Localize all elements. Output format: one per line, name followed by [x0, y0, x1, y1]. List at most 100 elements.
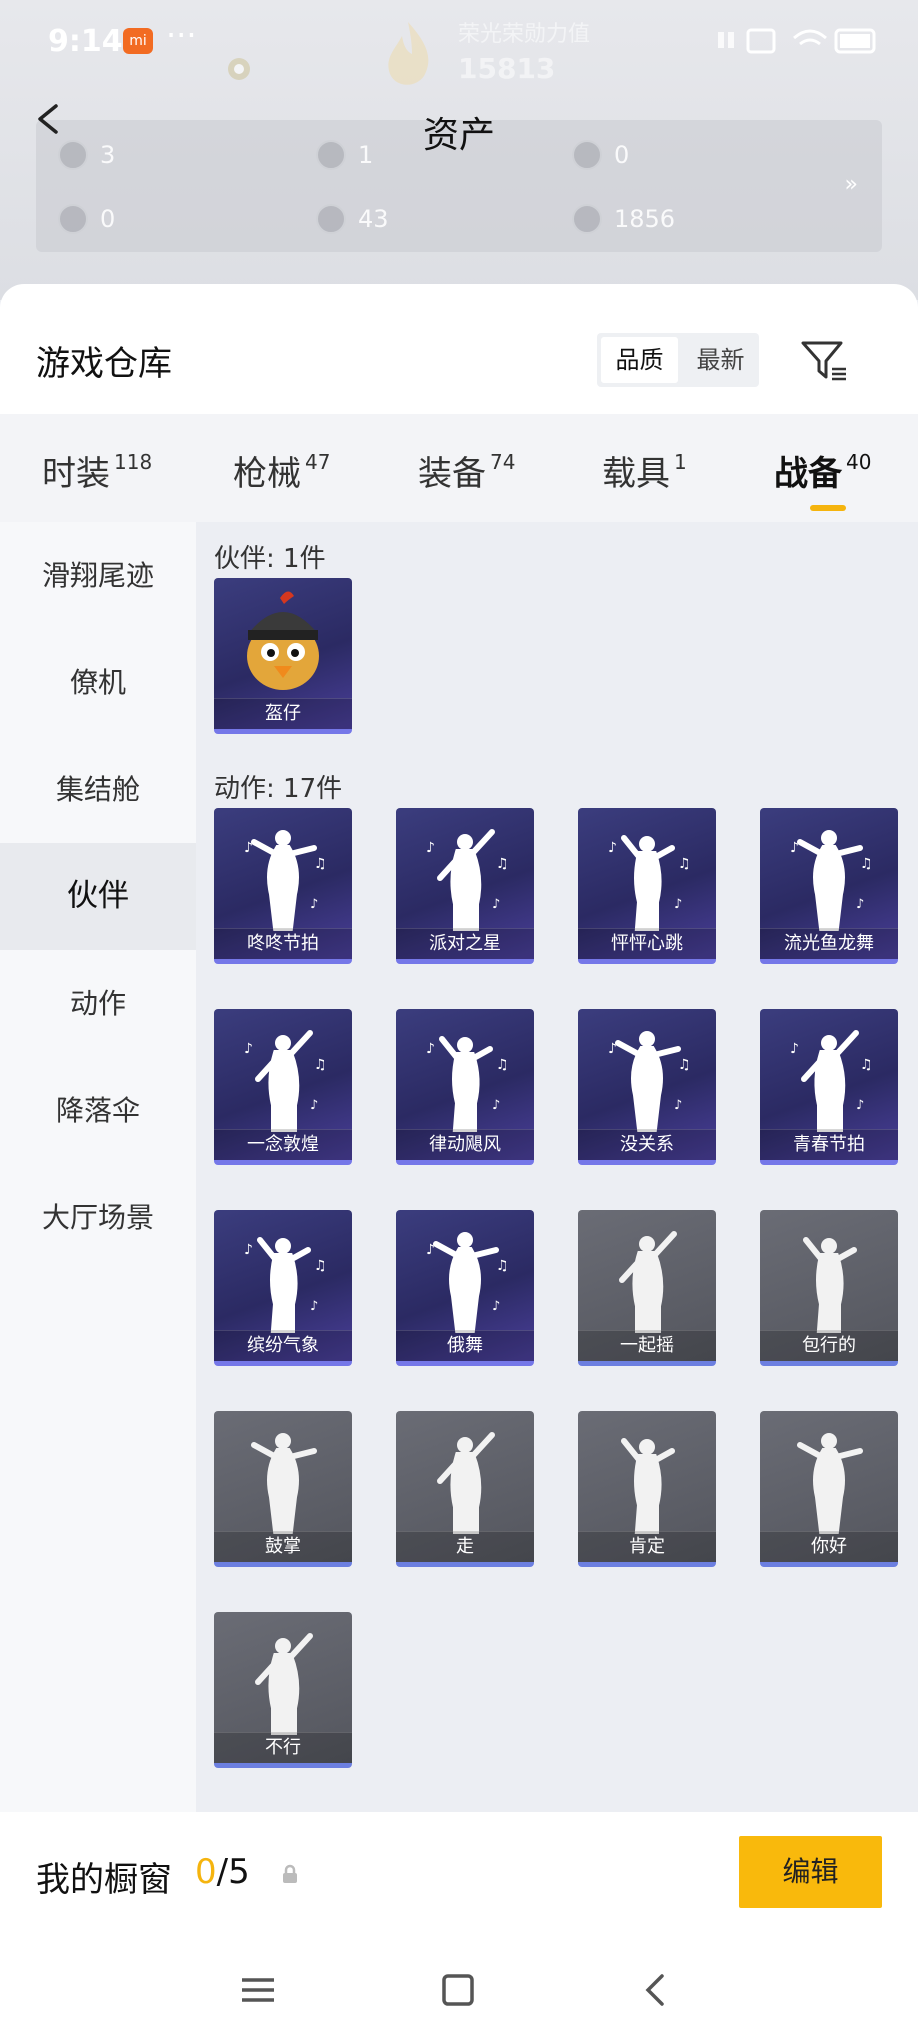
tab-count: 47: [305, 449, 331, 474]
warehouse-title: 游戏仓库: [36, 344, 172, 384]
sort-toggle: 品质 最新: [597, 333, 759, 387]
item-name: 走: [396, 1531, 534, 1562]
item-card[interactable]: ♪ ♫ ♪ 青春节拍: [760, 1009, 898, 1165]
svg-text:♪: ♪: [492, 1299, 500, 1314]
svg-text:♪: ♪: [310, 1299, 318, 1314]
item-name: 缤纷气象: [214, 1330, 352, 1361]
side-item-wingman[interactable]: 僚机: [0, 629, 196, 736]
item-name: 律动飓风: [396, 1129, 534, 1160]
side-item-actions[interactable]: 动作: [0, 950, 196, 1057]
side-item-lobby-scene[interactable]: 大厅场景: [0, 1164, 196, 1271]
svg-text:♪: ♪: [310, 1098, 318, 1113]
item-name: 怦怦心跳: [578, 928, 716, 959]
svg-text:♪: ♪: [856, 1098, 864, 1113]
svg-text:♪: ♪: [426, 840, 435, 856]
tab-combat-prep[interactable]: 战备 40: [774, 446, 871, 511]
svg-text:♫: ♫: [496, 1057, 509, 1073]
item-card[interactable]: ♪ ♫ ♪ 一念敦煌: [214, 1009, 352, 1165]
svg-text:♪: ♪: [310, 897, 318, 912]
sort-newest-button[interactable]: 最新: [682, 333, 759, 387]
side-item-rally-pod[interactable]: 集结舱: [0, 736, 196, 843]
ghost-honor-value: 15813: [458, 52, 556, 85]
svg-text:♫: ♫: [678, 1057, 691, 1073]
svg-text:♫: ♫: [314, 1258, 327, 1274]
side-category-menu: 滑翔尾迹 僚机 集结舱 伙伴 动作 降落伞 大厅场景: [0, 522, 196, 1812]
sort-quality-button[interactable]: 品质: [601, 337, 678, 383]
lock-icon: [283, 1864, 297, 1883]
item-name: 鼓掌: [214, 1531, 352, 1562]
item-card[interactable]: 你好: [760, 1411, 898, 1567]
tab-count: 1: [674, 449, 687, 474]
item-card[interactable]: ♪ ♫ ♪ 怦怦心跳: [578, 808, 716, 964]
item-card[interactable]: ♪ ♫ ♪ 缤纷气象: [214, 1210, 352, 1366]
item-name: 一起摇: [578, 1330, 716, 1361]
item-name: 咚咚节拍: [214, 928, 352, 959]
assets-more-button[interactable]: »: [845, 172, 858, 197]
tab-equipment[interactable]: 装备 74: [418, 446, 515, 495]
svg-text:♪: ♪: [426, 1041, 435, 1057]
item-name: 俄舞: [396, 1330, 534, 1361]
filter-icon[interactable]: [800, 339, 848, 383]
item-card[interactable]: ♪ ♫ ♪ 流光鱼龙舞: [760, 808, 898, 964]
page-title: 资产: [422, 115, 495, 156]
warehouse-sheet: 游戏仓库 品质 最新 时装 118 枪械 47 装备 74 载具 1 战备 40 滑翔尾迹…: [0, 284, 918, 2040]
edit-button[interactable]: 编辑: [739, 1836, 882, 1908]
tab-count: 118: [114, 449, 153, 474]
svg-text:♫: ♫: [496, 1258, 509, 1274]
svg-text:♫: ♫: [860, 1057, 873, 1073]
tab-guns[interactable]: 枪械 47: [233, 446, 330, 495]
svg-text:♪: ♪: [790, 1041, 799, 1057]
item-name: 不行: [214, 1732, 352, 1763]
ghost-honor-label: 荣光荣勋力值: [458, 22, 591, 47]
item-name: 流光鱼龙舞: [760, 928, 898, 959]
item-card[interactable]: ♪ ♫ ♪ 没关系: [578, 1009, 716, 1165]
item-card[interactable]: 一起摇: [578, 1210, 716, 1366]
tab-label: 枪械: [233, 454, 301, 494]
companion-section-title: 伙伴: 1件: [214, 544, 326, 574]
menu-nav-icon[interactable]: [240, 1970, 276, 2010]
item-card[interactable]: 肯定: [578, 1411, 716, 1567]
item-card[interactable]: 鼓掌: [214, 1411, 352, 1567]
side-item-parachute[interactable]: 降落伞: [0, 1057, 196, 1164]
tab-label: 战备: [774, 454, 842, 494]
item-name: 青春节拍: [760, 1129, 898, 1160]
side-item-companion[interactable]: 伙伴: [0, 843, 196, 950]
svg-text:♪: ♪: [244, 1041, 253, 1057]
item-card[interactable]: ♪ ♫ ♪ 派对之星: [396, 808, 534, 964]
more-dots-icon: ···: [166, 16, 197, 54]
item-card[interactable]: ♪ ♫ ♪ 律动飓风: [396, 1009, 534, 1165]
item-card[interactable]: ♪ ♫ ♪ 咚咚节拍: [214, 808, 352, 964]
mi-logo-icon: mi: [123, 28, 153, 54]
tab-fashion[interactable]: 时装 118: [42, 446, 152, 495]
side-item-glide-trail[interactable]: 滑翔尾迹: [0, 522, 196, 629]
item-card[interactable]: 不行: [214, 1612, 352, 1768]
status-icons: [698, 24, 878, 65]
signal-wifi-battery-icon: [718, 28, 876, 54]
showcase-total: /5: [216, 1852, 250, 1892]
svg-text:♫: ♫: [860, 856, 873, 872]
actions-section-title: 动作: 17件: [214, 774, 343, 804]
home-nav-icon[interactable]: [438, 1970, 478, 2010]
item-name: 一念敦煌: [214, 1129, 352, 1160]
orb-icon: [316, 204, 346, 234]
back-nav-icon[interactable]: [640, 1970, 670, 2010]
asset-item: 0: [58, 204, 115, 234]
svg-text:♫: ♫: [314, 1057, 327, 1073]
item-card[interactable]: 盔仔: [214, 578, 352, 734]
item-name: 盔仔: [214, 698, 352, 729]
tab-label: 装备: [418, 454, 486, 494]
asset-value: 0: [100, 205, 116, 233]
tab-label: 载具: [602, 454, 670, 494]
gem-icon: [58, 204, 88, 234]
tab-vehicles[interactable]: 载具 1: [602, 446, 687, 495]
svg-text:♪: ♪: [674, 897, 682, 912]
asset-value: 43: [358, 205, 389, 233]
svg-text:♪: ♪: [674, 1098, 682, 1113]
showcase-current: 0: [195, 1852, 217, 1892]
svg-text:♫: ♫: [678, 856, 691, 872]
svg-text:♪: ♪: [244, 1242, 253, 1258]
item-name: 你好: [760, 1531, 898, 1562]
item-card[interactable]: 包行的: [760, 1210, 898, 1366]
item-card[interactable]: ♪ ♫ ♪ 俄舞: [396, 1210, 534, 1366]
item-card[interactable]: 走: [396, 1411, 534, 1567]
